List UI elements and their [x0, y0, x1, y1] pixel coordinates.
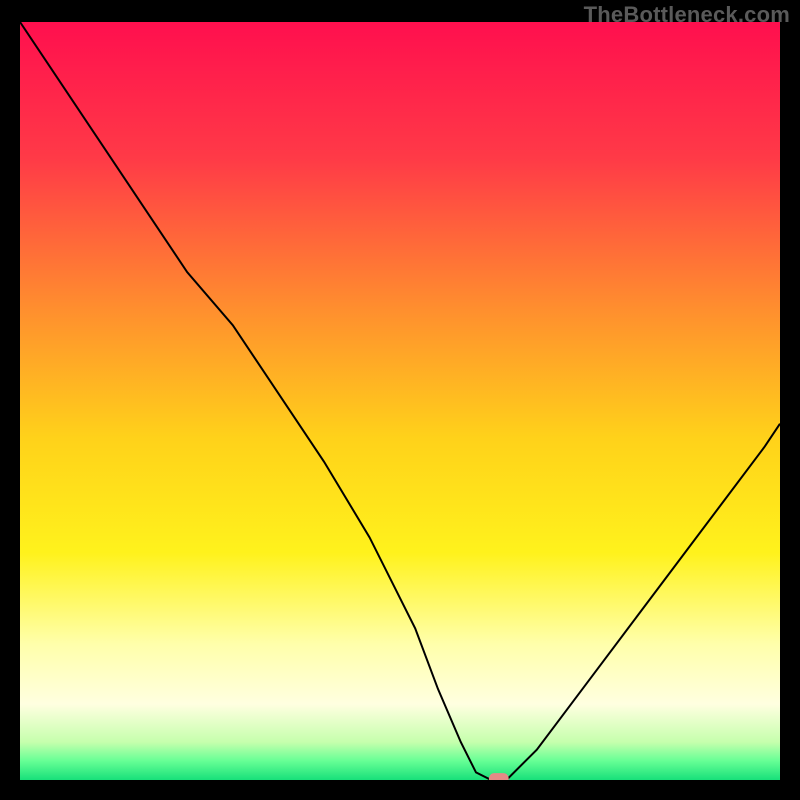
gradient-background [20, 22, 780, 780]
bottleneck-chart [20, 22, 780, 780]
chart-frame: TheBottleneck.com [0, 0, 800, 800]
watermark-text: TheBottleneck.com [584, 2, 790, 28]
optimum-marker [489, 773, 509, 780]
